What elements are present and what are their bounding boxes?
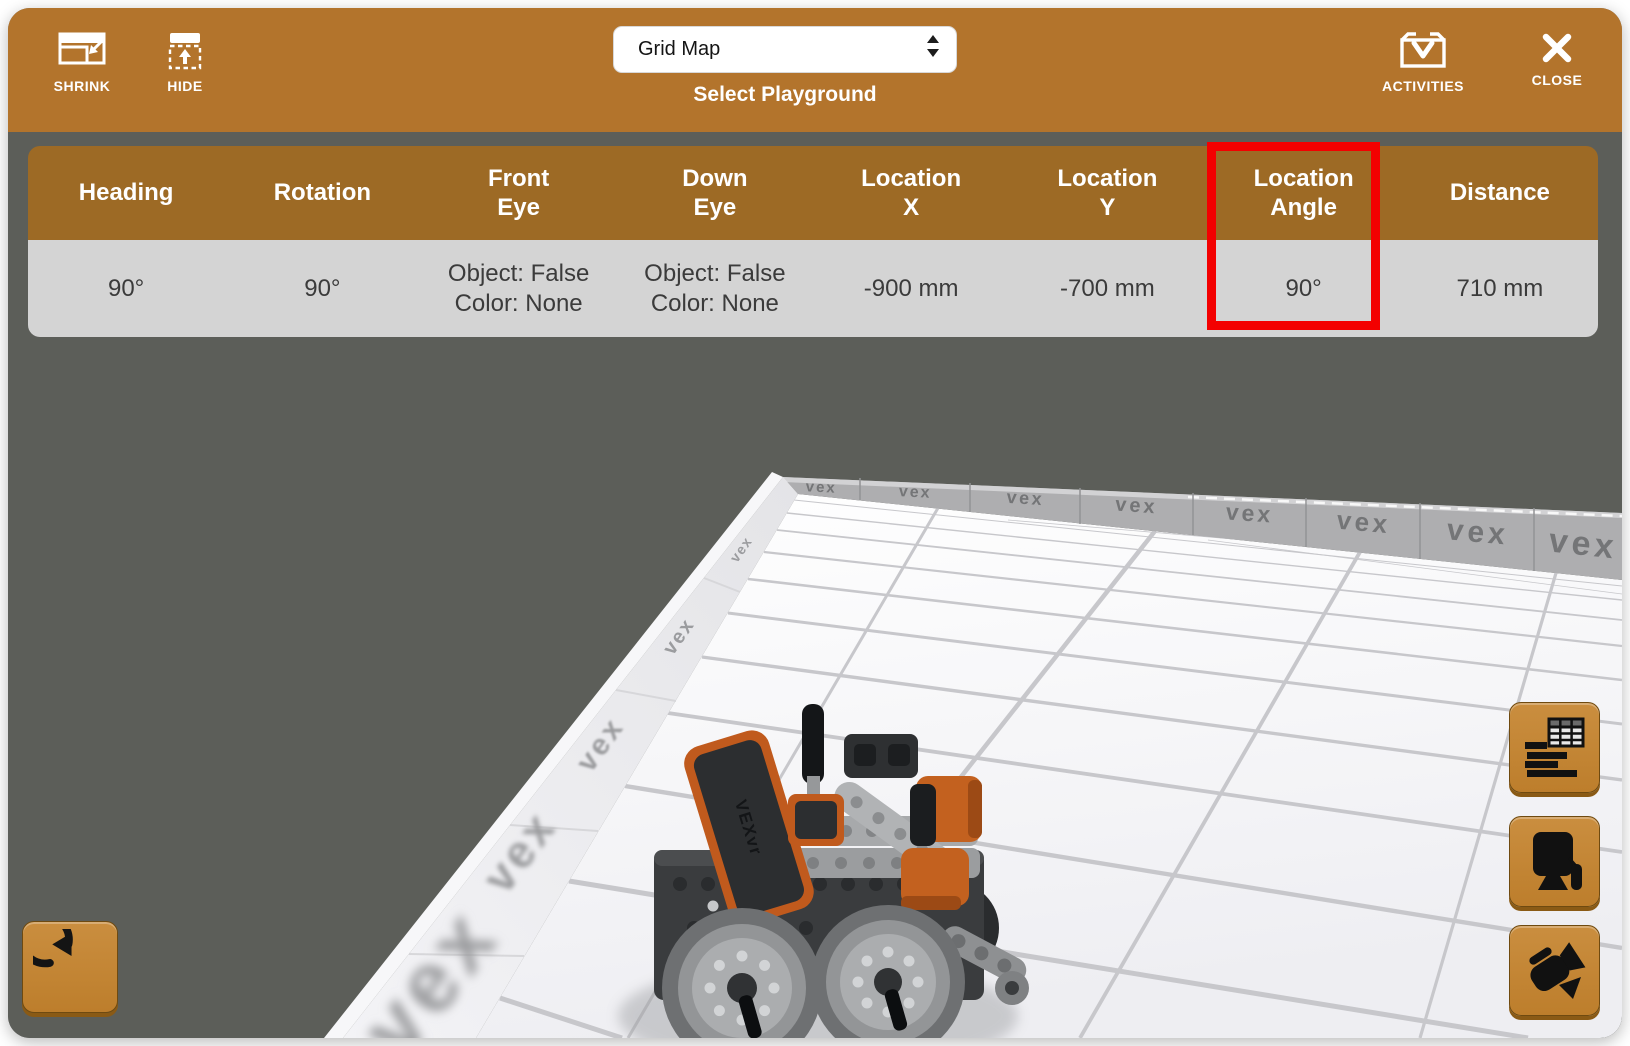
activities-button[interactable]: ACTIVITIES [1366, 32, 1480, 94]
value-heading: 90° [28, 240, 224, 337]
hide-button[interactable]: HIDE [145, 32, 225, 94]
camera-icon [1523, 937, 1587, 1004]
camera-view-button[interactable] [1509, 925, 1600, 1016]
value-location-y: -700 mm [1009, 240, 1205, 337]
header-cell-location-angle: Location Angle [1206, 146, 1402, 240]
robot-view-icon [1523, 828, 1587, 895]
reset-playground-button[interactable] [22, 921, 118, 1013]
header-cell-down-eye: Down Eye [617, 146, 813, 240]
wall-logo: vex [1006, 487, 1045, 510]
value-location-angle: 90° [1206, 240, 1402, 337]
activities-label: ACTIVITIES [1382, 78, 1464, 94]
wall-logo: vex [1445, 513, 1510, 551]
activities-icon [1398, 32, 1448, 70]
select-playground-caption: Select Playground [693, 83, 876, 107]
robot-view-button[interactable] [1509, 816, 1600, 907]
dashboard-icon [1523, 714, 1587, 781]
toolbar: SHRINK HIDE Grid Map [8, 8, 1622, 132]
value-location-x: -900 mm [813, 240, 1009, 337]
playground-window: SHRINK HIDE Grid Map [8, 8, 1622, 1038]
header-cell-heading: Heading [28, 146, 224, 240]
wall-logo: vex [1547, 522, 1619, 567]
wall-logo: vex [1225, 498, 1274, 527]
header-cell-location-x: Location X [813, 146, 1009, 240]
value-rotation: 90° [224, 240, 420, 337]
value-front-eye: Object: False Color: None [421, 240, 617, 337]
sensor-table-header: Heading Rotation Front Eye Down Eye Loca… [28, 146, 1598, 240]
header-cell-location-y: Location Y [1009, 146, 1205, 240]
sensor-dashboard: Heading Rotation Front Eye Down Eye Loca… [28, 146, 1598, 337]
hide-label: HIDE [167, 78, 202, 94]
playground-selector-group: Grid Map Select Playground [585, 26, 985, 107]
close-icon [1541, 32, 1573, 64]
close-button[interactable]: CLOSE [1512, 32, 1602, 88]
select-stepper-arrows-icon [926, 35, 940, 64]
wall-logo: vex [1336, 505, 1392, 540]
sensor-table-row: 90° 90° Object: False Color: None Object… [28, 240, 1598, 337]
value-distance: 710 mm [1402, 240, 1598, 337]
value-down-eye: Object: False Color: None [617, 240, 813, 337]
shrink-icon [58, 32, 106, 70]
header-cell-rotation: Rotation [224, 146, 420, 240]
shrink-button[interactable]: SHRINK [36, 32, 128, 94]
playground-select-value: Grid Map [638, 38, 720, 61]
header-cell-distance: Distance [1402, 146, 1598, 240]
wall-logo: vex [1115, 494, 1159, 519]
dashboard-toggle-button[interactable] [1509, 702, 1600, 793]
hide-icon [168, 32, 202, 70]
wall-logo: vex [898, 483, 932, 502]
shrink-label: SHRINK [54, 78, 111, 94]
close-label: CLOSE [1532, 72, 1583, 88]
reset-icon [33, 929, 107, 1006]
playground-select[interactable]: Grid Map [613, 26, 957, 73]
wall-logo: vex [805, 478, 837, 497]
header-cell-front-eye: Front Eye [421, 146, 617, 240]
